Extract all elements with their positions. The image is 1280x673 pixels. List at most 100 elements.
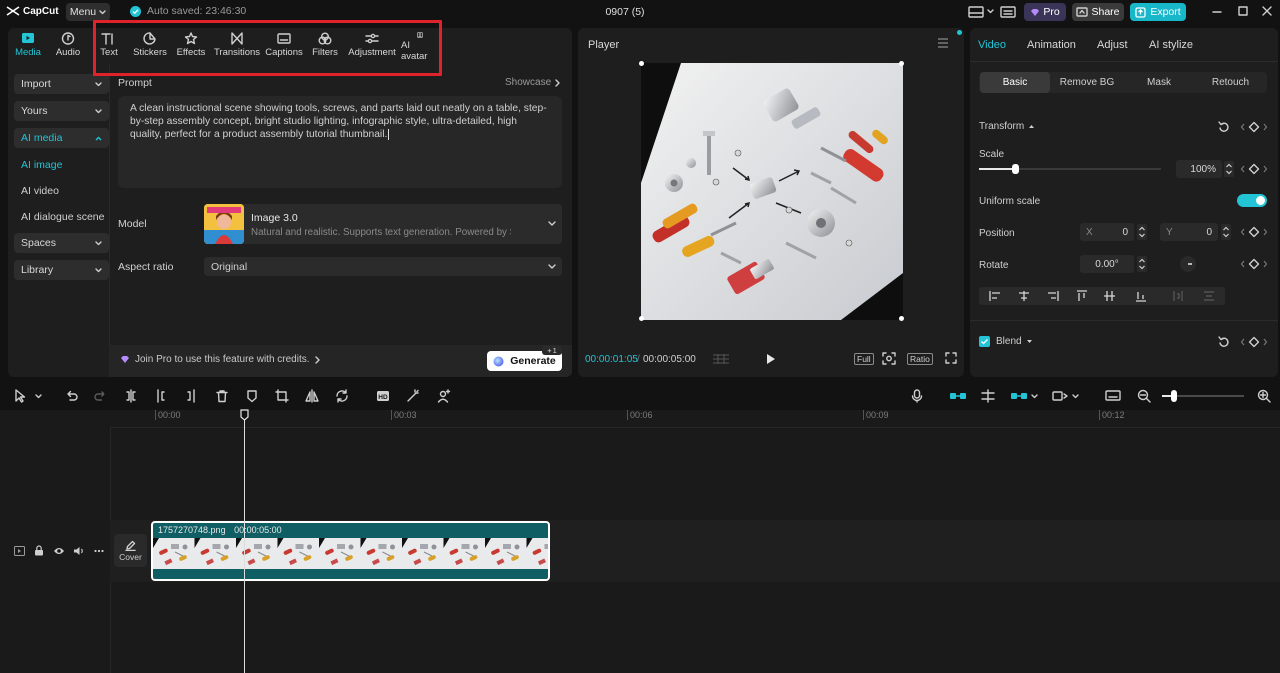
prompt-input[interactable]: A clean instructional scene showing tool…: [118, 96, 562, 188]
transform-section[interactable]: Transform: [979, 121, 1035, 132]
link-icon[interactable]: [1010, 390, 1028, 402]
resize-handle-bl[interactable]: [639, 316, 644, 321]
keyframe-icon[interactable]: [1240, 336, 1268, 348]
rotate-input[interactable]: 0.00°: [1080, 255, 1134, 273]
person-sparkle-icon[interactable]: [437, 389, 451, 403]
auto-snap-icon[interactable]: [980, 389, 996, 403]
position-x-input[interactable]: X 0: [1080, 223, 1134, 241]
checkbox-checked-icon[interactable]: [979, 336, 990, 347]
rotate-clip-icon[interactable]: [335, 389, 349, 403]
stepper-icon[interactable]: [1224, 161, 1234, 177]
time-ruler[interactable]: 00:00 00:03 00:06 00:09 00:12: [110, 410, 1280, 428]
cover-button[interactable]: Cover: [114, 534, 147, 567]
tab-video[interactable]: Video: [978, 39, 1006, 51]
screenshot-icon[interactable]: [882, 352, 896, 365]
select-cursor-icon[interactable]: [14, 389, 28, 403]
resize-handle-br[interactable]: [899, 316, 904, 321]
chevron-down-icon[interactable]: [35, 394, 42, 399]
redo-icon[interactable]: [94, 389, 108, 403]
preview-axis-icon[interactable]: [1052, 389, 1068, 403]
mirror-icon[interactable]: [305, 389, 319, 403]
more-options-icon[interactable]: [94, 549, 104, 553]
close-icon[interactable]: [1262, 6, 1272, 16]
tab-media[interactable]: Media: [14, 32, 42, 62]
scale-slider[interactable]: [979, 164, 1161, 174]
resize-handle-tr[interactable]: [899, 61, 904, 66]
keyframe-icon[interactable]: [1240, 121, 1268, 133]
caption-track-icon[interactable]: [1105, 389, 1121, 403]
video-clip[interactable]: 1757270748.png 00:00:05:00: [151, 521, 550, 581]
scale-input[interactable]: 100%: [1176, 160, 1222, 178]
preview-canvas[interactable]: [641, 63, 903, 320]
fullscreen-icon[interactable]: [945, 352, 957, 364]
model-select[interactable]: Image 3.0 Natural and realistic. Support…: [204, 204, 562, 244]
full-button[interactable]: Full: [854, 353, 874, 365]
position-y-input[interactable]: Y 0: [1160, 223, 1218, 241]
sidebar-sub-ai-dialogue-scene[interactable]: AI dialogue scene: [14, 207, 109, 227]
chevron-down-icon[interactable]: [1072, 394, 1079, 399]
microphone-icon[interactable]: [911, 389, 923, 403]
tab-audio[interactable]: Audio: [54, 32, 82, 62]
tab-ai-stylize[interactable]: AI stylize: [1149, 39, 1193, 51]
aspect-ratio-select[interactable]: Original: [204, 257, 562, 276]
playhead[interactable]: [244, 410, 245, 673]
layout-chevron-icon[interactable]: [987, 9, 994, 14]
crop-icon[interactable]: [275, 389, 289, 403]
keyboard-icon[interactable]: [1000, 6, 1016, 18]
sidebar-item-ai-media[interactable]: AI media: [14, 128, 109, 148]
rotation-dial-icon[interactable]: [1179, 255, 1197, 273]
keyframe-icon[interactable]: [1240, 163, 1268, 175]
sidebar-item-spaces[interactable]: Spaces: [14, 233, 109, 253]
uniform-scale-toggle[interactable]: [1237, 194, 1267, 207]
play-icon[interactable]: [766, 353, 776, 365]
share-button[interactable]: Share: [1072, 3, 1124, 21]
maximize-icon[interactable]: [1238, 6, 1248, 16]
pro-button[interactable]: Pro: [1024, 3, 1066, 21]
blend-section[interactable]: Blend: [996, 336, 1033, 347]
showcase-link[interactable]: Showcase: [505, 77, 560, 88]
sidebar-sub-ai-video[interactable]: AI video: [14, 181, 109, 201]
zoom-slider-handle[interactable]: [1171, 390, 1177, 402]
eye-icon[interactable]: [53, 546, 65, 556]
audio-volume-icon[interactable]: [73, 546, 85, 556]
reset-icon[interactable]: [1218, 121, 1230, 133]
subtab-retouch[interactable]: Retouch: [1195, 72, 1266, 93]
frame-grid-icon[interactable]: [712, 353, 730, 365]
keyframe-icon[interactable]: [1240, 258, 1268, 270]
zoom-slider[interactable]: [1162, 390, 1244, 402]
tab-adjust[interactable]: Adjust: [1097, 39, 1128, 51]
stepper-icon[interactable]: [1221, 224, 1231, 240]
subtab-remove-bg[interactable]: Remove BG: [1051, 72, 1123, 93]
hamburger-menu-icon[interactable]: [937, 38, 949, 48]
keyframe-icon[interactable]: [1240, 226, 1268, 238]
sidebar-item-import[interactable]: Import: [14, 74, 109, 94]
delete-icon[interactable]: [215, 389, 229, 403]
ratio-button[interactable]: Ratio: [907, 353, 933, 365]
sidebar-sub-ai-image[interactable]: AI image: [14, 155, 109, 175]
scale-slider-handle[interactable]: [1012, 164, 1020, 174]
resize-handle-tl[interactable]: [639, 61, 644, 66]
magic-wand-icon[interactable]: [406, 389, 420, 403]
marker-icon[interactable]: [245, 389, 259, 403]
split-icon[interactable]: [124, 389, 138, 403]
layout-icon[interactable]: [968, 6, 984, 18]
tab-animation[interactable]: Animation: [1027, 39, 1076, 51]
project-title[interactable]: 0907 (5): [560, 6, 690, 18]
lock-icon[interactable]: [34, 545, 44, 556]
reset-icon[interactable]: [1218, 336, 1230, 348]
chevron-down-icon[interactable]: [1031, 394, 1038, 399]
zoom-out-icon[interactable]: [1137, 389, 1151, 403]
split-left-icon[interactable]: [154, 389, 168, 403]
main-track-magnet-icon[interactable]: [949, 390, 967, 402]
subtab-mask[interactable]: Mask: [1124, 72, 1194, 93]
split-right-icon[interactable]: [184, 389, 198, 403]
zoom-in-icon[interactable]: [1257, 389, 1271, 403]
sidebar-item-yours[interactable]: Yours: [14, 101, 109, 121]
sidebar-item-library[interactable]: Library: [14, 260, 109, 280]
hd-icon[interactable]: HD: [376, 389, 390, 403]
menu-button[interactable]: Menu: [66, 3, 110, 21]
stepper-icon[interactable]: [1137, 224, 1147, 240]
subtab-basic[interactable]: Basic: [980, 72, 1050, 93]
minimize-icon[interactable]: [1212, 7, 1222, 17]
export-button[interactable]: Export: [1130, 3, 1186, 21]
